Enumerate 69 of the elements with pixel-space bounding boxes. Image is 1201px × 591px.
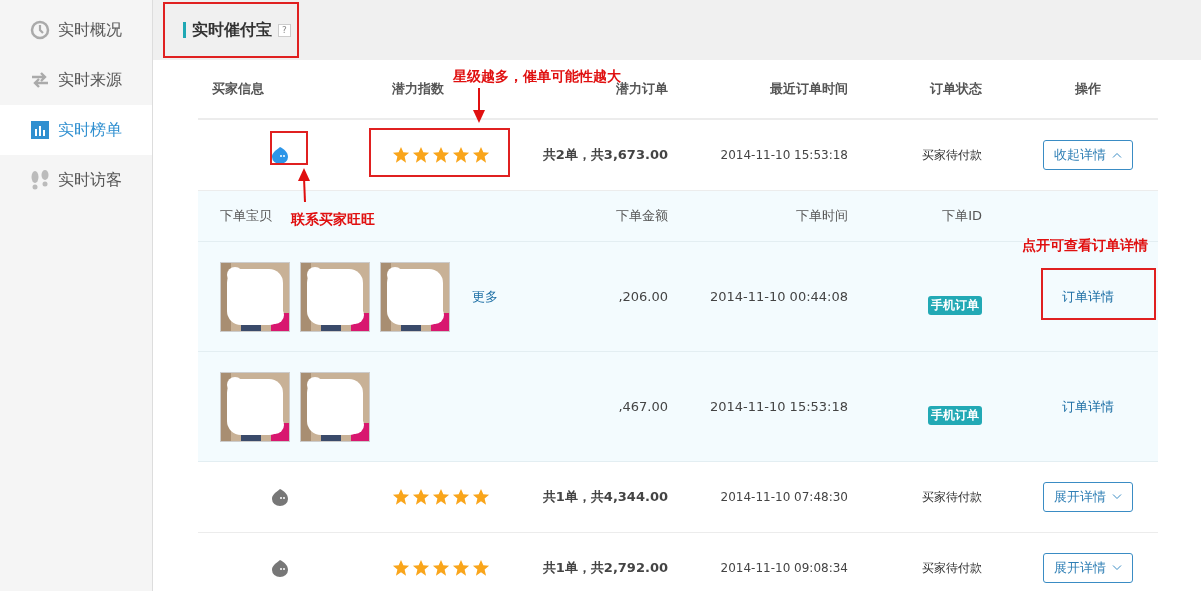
star-icon — [472, 146, 490, 164]
star-icon — [412, 559, 430, 577]
column-header: 订单状态 — [930, 80, 983, 98]
column-header: 下单时间 — [796, 207, 849, 225]
annotation-note: 联系买家旺旺 — [291, 211, 375, 229]
star-icon — [432, 146, 450, 164]
order-amount: ,206.00 — [617, 289, 669, 304]
sidebar-item[interactable]: 实时访客 — [0, 155, 152, 205]
annotation-note: 点开可查看订单详情 — [1022, 237, 1148, 255]
column-header: 下单宝贝 — [220, 207, 272, 225]
star-icon — [392, 559, 410, 577]
chevron-icon — [1112, 152, 1122, 158]
mobile-order-tag: 手机订单 — [928, 296, 982, 315]
column-header: 最近订单时间 — [770, 80, 849, 98]
order-time: 2014-11-10 09:08:34 — [719, 561, 849, 575]
sidebar-item[interactable]: 实时来源 — [0, 55, 152, 105]
bar-chart-icon — [31, 121, 49, 139]
sidebar-item[interactable]: 实时概况 — [0, 5, 152, 55]
swap-arrows-icon — [30, 72, 50, 88]
column-header: 买家信息 — [212, 80, 264, 98]
star-icon — [412, 488, 430, 506]
chat-bubble-icon[interactable] — [270, 145, 290, 165]
annotation-arrow — [297, 168, 311, 202]
column-header: 潜力订单 — [616, 81, 669, 98]
sidebar-item[interactable]: 实时榜单 — [0, 105, 152, 155]
order-status: 买家待付款 — [921, 488, 983, 506]
order-time: 2014-11-10 15:53:18 — [719, 148, 849, 162]
order-details-link[interactable]: 订单详情 — [1062, 397, 1114, 416]
order-time: 2014-11-10 00:44:08 — [708, 289, 849, 304]
title-accent-bar — [183, 22, 186, 38]
star-icon — [452, 146, 470, 164]
more-link[interactable]: 更多 — [472, 287, 498, 306]
order-total: 共1单，共2,792.00 — [541, 559, 669, 577]
order-total: 共1单，共4,344.00 — [541, 488, 669, 506]
chevron-icon — [1112, 494, 1122, 500]
column-header: 下单ID — [942, 207, 983, 225]
order-amount: ,467.00 — [617, 399, 669, 414]
column-header: 下单金额 — [616, 207, 669, 225]
details-toggle-button[interactable]: 展开详情 — [1043, 482, 1133, 512]
annotation-note: 星级越多，催单可能性越大 — [453, 68, 621, 84]
star-icon — [412, 146, 430, 164]
details-toggle-button[interactable]: 收起详情 — [1043, 140, 1133, 170]
chat-bubble-icon[interactable] — [270, 558, 290, 578]
page-title: 实时催付宝 — [192, 19, 272, 41]
chat-bubble-icon[interactable] — [270, 487, 290, 507]
star-icon — [452, 559, 470, 577]
order-status: 买家待付款 — [921, 559, 983, 577]
annotation-arrow — [472, 88, 486, 124]
star-icon — [472, 488, 490, 506]
star-icon — [392, 488, 410, 506]
star-icon — [452, 488, 470, 506]
order-time: 2014-11-10 15:53:18 — [708, 399, 849, 414]
highlight-box — [270, 131, 308, 165]
star-icon — [432, 559, 450, 577]
chevron-icon — [1112, 565, 1122, 571]
order-total: 共2单，共3,673.00 — [541, 146, 669, 164]
star-icon — [432, 488, 450, 506]
column-header: 潜力指数 — [392, 80, 444, 98]
details-toggle-button[interactable]: 展开详情 — [1043, 553, 1133, 583]
order-details-link[interactable]: 订单详情 — [1062, 287, 1114, 306]
footprints-icon — [30, 170, 50, 190]
column-header: 操作 — [1075, 80, 1101, 98]
star-icon — [392, 146, 410, 164]
mobile-order-tag: 手机订单 — [928, 406, 982, 425]
order-time: 2014-11-10 07:48:30 — [719, 490, 849, 504]
order-status: 买家待付款 — [921, 146, 983, 164]
clock-icon — [30, 20, 50, 40]
help-icon[interactable]: ? — [278, 23, 291, 37]
star-icon — [472, 559, 490, 577]
